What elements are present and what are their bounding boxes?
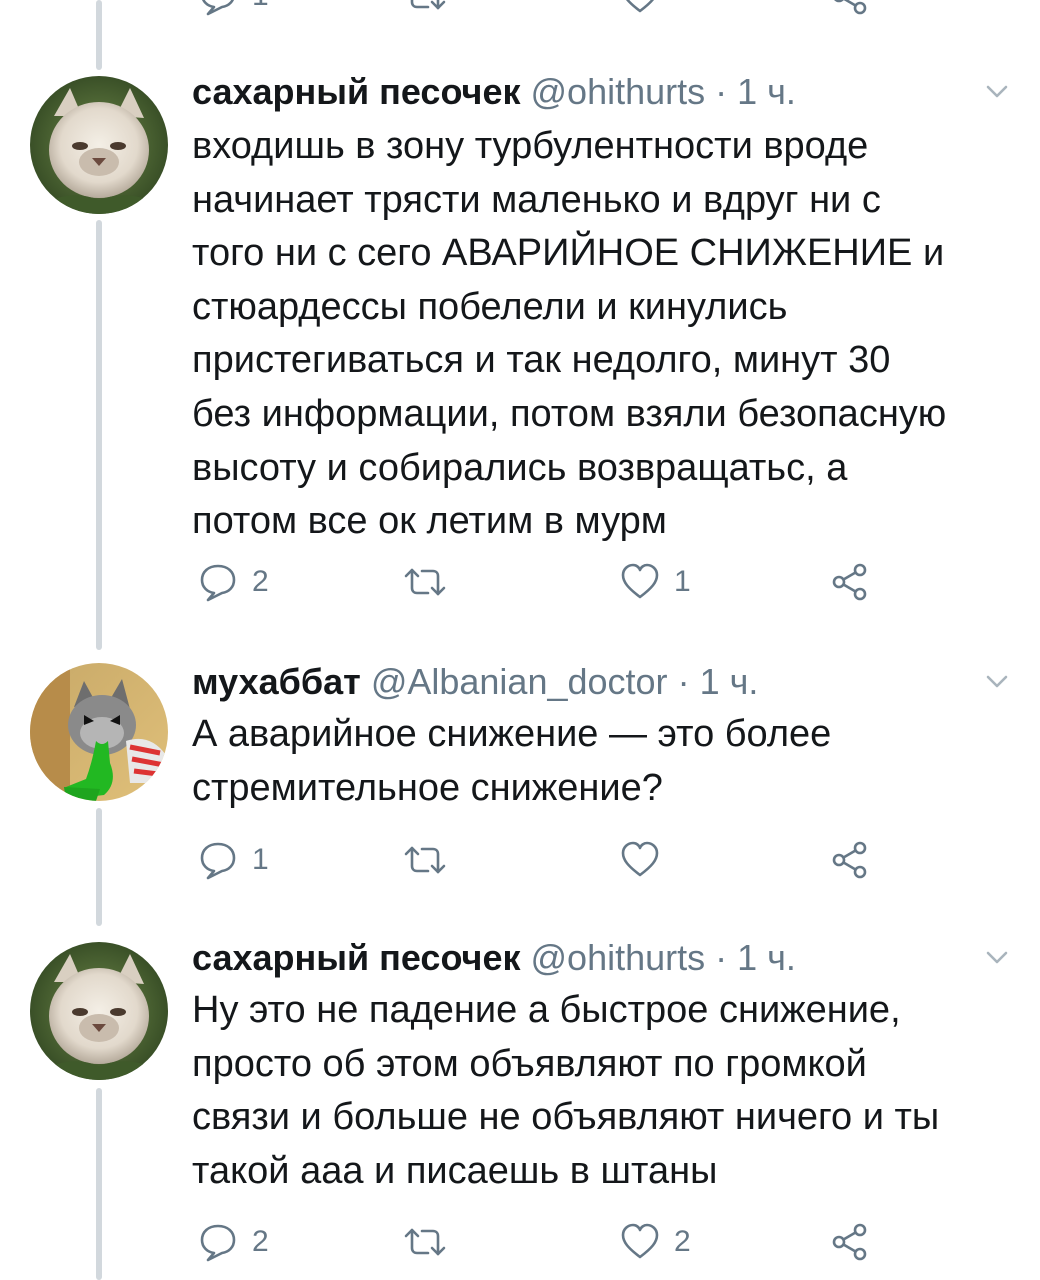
tweet-text-line: высоту и собирались возвращатьс, а xyxy=(192,446,848,489)
retweet-icon xyxy=(410,0,446,10)
retweet-button[interactable] xyxy=(402,0,448,18)
like-button[interactable] xyxy=(620,0,660,18)
share-button[interactable] xyxy=(830,1220,870,1264)
white-cat-avatar-icon xyxy=(30,942,168,1080)
reply-icon xyxy=(200,842,236,880)
thread-line-2 xyxy=(96,808,102,926)
chevron-down-icon[interactable] xyxy=(982,666,1012,696)
tweet-text-line: просто об этом объявляют по громкой xyxy=(192,1042,867,1085)
tweet-header: сахарный песочек @ohithurts · 1 ч. xyxy=(192,936,1022,980)
tweet-text-line: связи и больше не объявляют ничего и ты xyxy=(192,1096,940,1139)
share-icon xyxy=(832,1223,867,1261)
tweet-text: входишь в зону турбулентности вроде начи… xyxy=(192,120,1022,549)
timestamp[interactable]: 1 ч. xyxy=(737,937,796,978)
reply-count: 1 xyxy=(252,843,269,876)
separator: · xyxy=(677,661,690,702)
tweet-text-line: Ну это не падение а быстрое снижение, xyxy=(192,989,901,1031)
reply-count: 2 xyxy=(252,565,269,598)
thread-line-top xyxy=(96,0,102,70)
retweet-button[interactable] xyxy=(402,560,448,604)
grey-cat-avatar-icon xyxy=(30,663,168,801)
tweet-actions: 2 1 xyxy=(192,560,892,604)
thread-line-3 xyxy=(96,1088,102,1280)
tweet-actions: 1 xyxy=(192,838,892,882)
display-name[interactable]: сахарный песочек xyxy=(192,71,520,112)
like-button[interactable] xyxy=(620,838,660,882)
tweet-text: Ну это не падение а быстрое снижение, пр… xyxy=(192,984,1022,1198)
avatar[interactable] xyxy=(30,76,168,214)
tweet-text-line: без информации, потом взяли безопасную xyxy=(192,392,947,435)
reply-button[interactable]: 1 xyxy=(198,0,269,18)
reply-icon xyxy=(202,0,234,16)
tweet-text-line: того ни с сего АВАРИЙНОЕ СНИЖЕНИЕ и xyxy=(192,232,945,275)
like-button[interactable]: 1 xyxy=(620,560,691,604)
tweet[interactable]: сахарный песочек @ohithurts · 1 ч. входи… xyxy=(192,70,1022,549)
username[interactable]: @ohithurts xyxy=(531,937,706,978)
separator: · xyxy=(715,71,728,112)
tweet-header: сахарный песочек @ohithurts · 1 ч. xyxy=(192,70,1022,114)
tweet-text-line: А аварийное снижение — это более xyxy=(192,713,832,755)
thread-line-1 xyxy=(96,220,102,650)
timestamp[interactable]: 1 ч. xyxy=(737,71,796,112)
tweet-text-line: начинает трясти маленько и вдруг ни с xyxy=(192,178,881,221)
username[interactable]: @Albanian_doctor xyxy=(371,661,668,702)
display-name[interactable]: мухаббат xyxy=(192,661,361,702)
username[interactable]: @ohithurts xyxy=(531,71,706,112)
tweet-text-line: входишь в зону турбулентности вроде xyxy=(192,125,869,167)
heart-icon xyxy=(621,563,659,599)
reply-count: 2 xyxy=(252,1225,269,1258)
heart-icon xyxy=(621,1223,659,1259)
tweet-text-line: стюардессы побелели и кинулись xyxy=(192,285,788,328)
retweet-icon xyxy=(404,1228,446,1256)
chevron-down-icon[interactable] xyxy=(982,76,1012,106)
reply-icon xyxy=(200,1224,236,1262)
retweet-icon xyxy=(404,568,446,596)
tweet-actions: 2 2 xyxy=(192,1220,892,1264)
tweet-text: А аварийное снижение — это более стремит… xyxy=(192,708,1022,815)
like-button[interactable]: 2 xyxy=(620,1220,691,1264)
heart-icon xyxy=(621,841,659,877)
tweet-header: мухаббат @Albanian_doctor · 1 ч. xyxy=(192,660,1022,704)
tweet-text-line: такой ааа и писаешь в штаны xyxy=(192,1149,718,1192)
like-count: 2 xyxy=(674,1225,691,1258)
tweet[interactable]: мухаббат @Albanian_doctor · 1 ч. А авари… xyxy=(192,660,1022,815)
retweet-button[interactable] xyxy=(402,1220,448,1264)
top-tweet-actions: 1 xyxy=(192,0,892,18)
like-count: 1 xyxy=(674,565,691,598)
retweet-button[interactable] xyxy=(402,838,448,882)
share-icon xyxy=(832,563,867,601)
tweet-text-line: стремительное снижение? xyxy=(192,766,663,809)
share-button[interactable] xyxy=(830,560,870,604)
tweet-text-line: пристегиваться и так недолго, минут 30 xyxy=(192,339,891,382)
avatar[interactable] xyxy=(30,942,168,1080)
display-name[interactable]: сахарный песочек xyxy=(192,937,520,978)
tweet-text-line: потом все ок летим в мурм xyxy=(192,500,667,543)
chevron-down-icon[interactable] xyxy=(982,942,1012,972)
retweet-icon xyxy=(404,846,446,874)
share-icon xyxy=(832,841,867,879)
separator: · xyxy=(715,937,728,978)
reply-button[interactable]: 2 xyxy=(198,1220,269,1264)
timestamp[interactable]: 1 ч. xyxy=(700,661,759,702)
heart-icon xyxy=(626,0,654,13)
reply-button[interactable]: 2 xyxy=(198,560,269,604)
reply-count: 1 xyxy=(252,0,269,18)
tweet[interactable]: сахарный песочек @ohithurts · 1 ч. Ну эт… xyxy=(192,936,1022,1198)
reply-button[interactable]: 1 xyxy=(198,838,269,882)
share-button[interactable] xyxy=(830,838,870,882)
white-cat-avatar-icon xyxy=(30,76,168,214)
share-icon xyxy=(834,0,867,15)
avatar[interactable] xyxy=(30,663,168,801)
reply-icon xyxy=(200,564,236,602)
share-button[interactable] xyxy=(830,0,870,18)
